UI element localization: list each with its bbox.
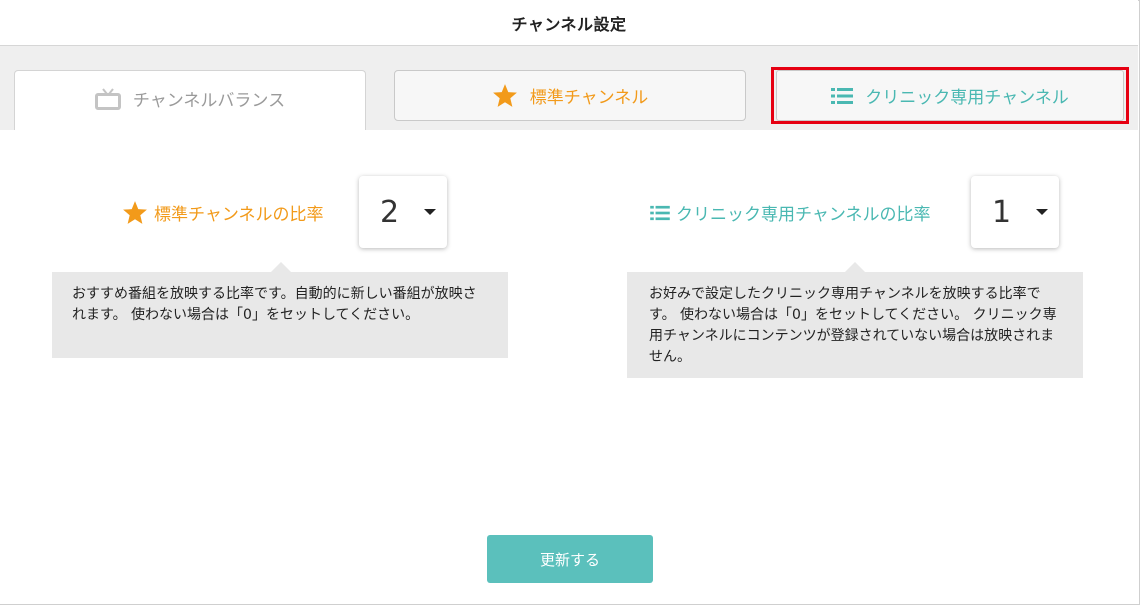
- list-icon: [650, 205, 670, 221]
- caret-down-icon: [424, 209, 436, 215]
- list-icon: [831, 87, 854, 105]
- clinic-ratio-label: クリニック専用チャンネルの比率: [650, 200, 931, 225]
- standard-ratio-value: 2: [380, 194, 400, 230]
- tab-channel-balance[interactable]: チャンネルバランス: [14, 70, 366, 132]
- tab-clinic-channel-label: クリニック専用チャンネル: [865, 88, 1069, 108]
- clinic-ratio-label-text: クリニック専用チャンネルの比率: [676, 205, 931, 225]
- tab-channel-balance-label: チャンネルバランス: [132, 91, 286, 111]
- tv-icon: [94, 87, 121, 110]
- star-icon: [492, 83, 518, 108]
- channel-balance-panel: 標準チャンネルの比率 2 おすすめ番組を放映する比率です。自動的に新しい番組が放…: [0, 130, 1138, 604]
- standard-ratio-description: おすすめ番組を放映する比率です。自動的に新しい番組が放映されます。 使わない場合…: [52, 262, 508, 358]
- update-button[interactable]: 更新する: [487, 535, 653, 583]
- page-title: チャンネル設定: [511, 14, 627, 34]
- standard-ratio-label: 標準チャンネルの比率: [122, 200, 324, 225]
- clinic-ratio-select[interactable]: 1: [971, 176, 1059, 248]
- star-icon: [122, 200, 148, 225]
- clinic-ratio-description: お好みで設定したクリニック専用チャンネルを放映する比率です。 使わない場合は「0…: [627, 262, 1083, 378]
- standard-ratio-label-text: 標準チャンネルの比率: [154, 205, 324, 225]
- tab-clinic-channel[interactable]: クリニック専用チャンネル: [776, 70, 1124, 121]
- caret-down-icon: [1036, 209, 1048, 215]
- app-header: チャンネル設定: [0, 0, 1138, 46]
- clinic-ratio-value: 1: [992, 194, 1012, 230]
- tab-standard-channel-label: 標準チャンネル: [529, 88, 649, 108]
- standard-ratio-select[interactable]: 2: [359, 176, 447, 248]
- tab-bar: チャンネルバランス 標準チャンネル クリニック専用チャンネル: [0, 46, 1138, 132]
- tab-standard-channel[interactable]: 標準チャンネル: [394, 70, 746, 121]
